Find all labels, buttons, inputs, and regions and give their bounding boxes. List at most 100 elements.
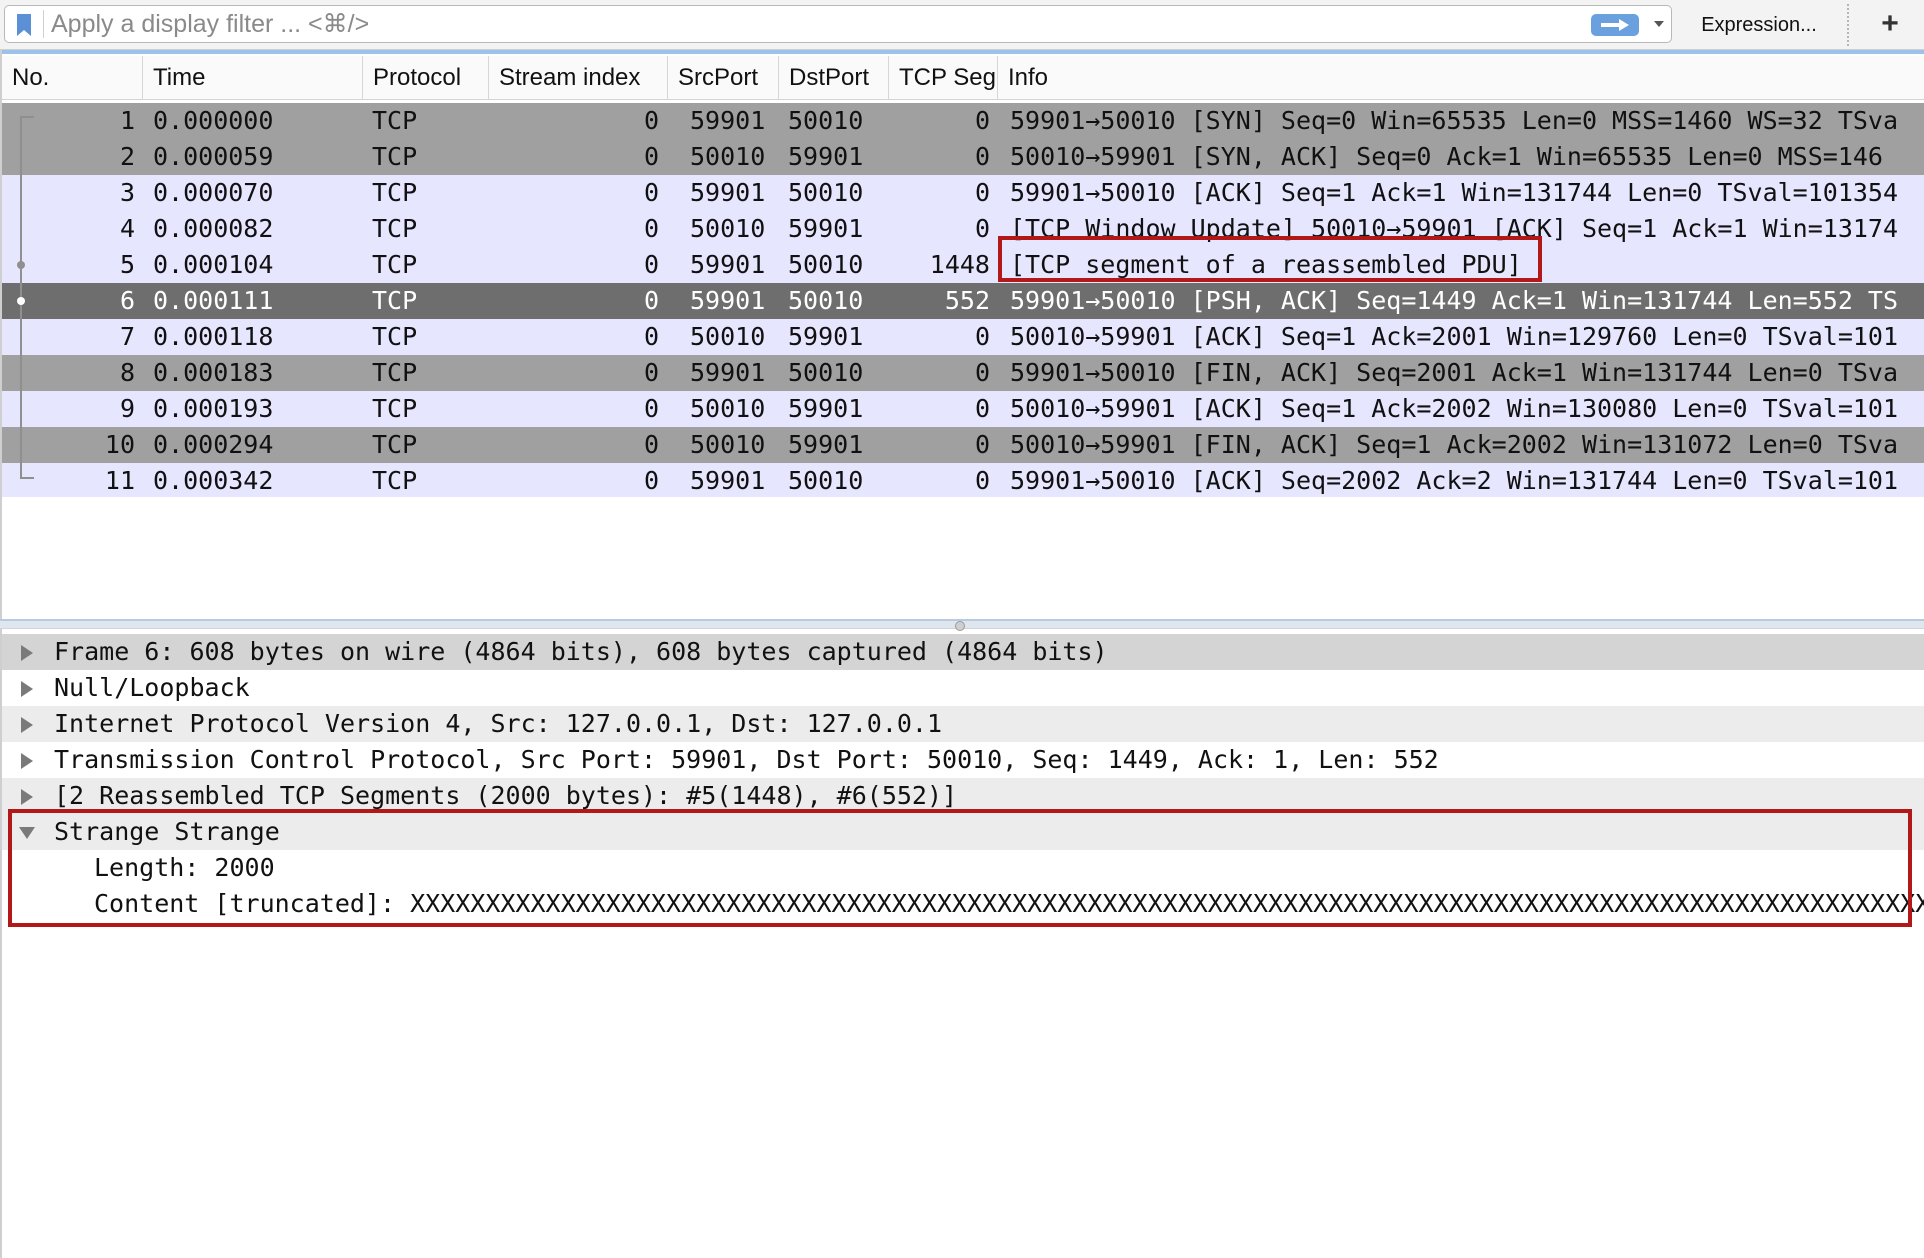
packet-protocol-cell: TCP <box>372 250 418 279</box>
packet-row[interactable]: 1 0.000000 TCP 0 59901 50010 0 59901→50010 [SYN… <box>2 103 1924 139</box>
packet-list-empty-area <box>2 497 1924 619</box>
pdu-highlight-box <box>998 236 1542 282</box>
packet-tcp-seg-cell: 0 <box>974 322 990 351</box>
packet-time-cell: 0.000070 <box>153 178 274 207</box>
packet-dstport-cell: 59901 <box>788 214 864 243</box>
packet-srcport-cell: 59901 <box>690 286 766 315</box>
triangle-right-icon[interactable] <box>18 752 36 770</box>
packet-srcport-cell: 59901 <box>690 358 766 387</box>
detail-tree-item[interactable]: Frame 6: 608 bytes on wire (4864 bits), … <box>2 634 1924 670</box>
column-header-dstport[interactable]: DstPort <box>779 56 889 100</box>
triangle-right-icon[interactable] <box>18 788 36 806</box>
add-filter-button[interactable]: + <box>1874 6 1906 42</box>
packet-dstport-cell: 59901 <box>788 322 864 351</box>
packet-dstport-cell: 59901 <box>788 394 864 423</box>
packet-dstport-cell: 50010 <box>788 178 864 207</box>
packet-info-cell: 59901→50010 [SYN] Seq=0 Win=65535 Len=0 … <box>1010 106 1899 135</box>
packet-tcp-seg-cell: 0 <box>974 466 990 495</box>
detail-tree-item[interactable]: Internet Protocol Version 4, Src: 127.0.… <box>2 706 1924 742</box>
packet-dstport-cell: 50010 <box>788 466 864 495</box>
packet-protocol-cell: TCP <box>372 142 418 171</box>
column-header-stream-index[interactable]: Stream index <box>489 56 668 100</box>
packet-time-cell: 0.000000 <box>153 106 274 135</box>
pane-splitter[interactable] <box>0 619 1924 631</box>
packet-tcp-seg-cell: 0 <box>974 394 990 423</box>
packet-time-cell: 0.000118 <box>153 322 274 351</box>
packet-stream-index-cell: 0 <box>643 394 659 423</box>
bookmark-icon[interactable] <box>14 13 34 37</box>
column-header-tcp-seg[interactable]: TCP Seg <box>889 56 998 100</box>
detail-item-label: Frame 6: 608 bytes on wire (4864 bits), … <box>54 637 1108 666</box>
packet-srcport-cell: 50010 <box>690 394 766 423</box>
packet-list-header: No. Time Protocol Stream index SrcPort D… <box>2 56 1924 100</box>
packet-row[interactable]: 8 0.000183 TCP 0 59901 50010 0 59901→50010 [FIN… <box>2 355 1924 391</box>
packet-tcp-seg-cell: 0 <box>974 430 990 459</box>
packet-info-cell: 59901→50010 [ACK] Seq=2002 Ack=2 Win=131… <box>1010 466 1899 495</box>
chevron-down-icon[interactable] <box>1651 16 1667 32</box>
packet-info-cell: 59901→50010 [PSH, ACK] Seq=1449 Ack=1 Wi… <box>1010 286 1899 315</box>
packet-protocol-cell: TCP <box>372 358 418 387</box>
packet-row[interactable]: 10 0.000294 TCP 0 50010 59901 0 50010→59901 [FI… <box>2 427 1924 463</box>
detail-tree-item[interactable]: Null/Loopback <box>2 670 1924 706</box>
splitter-handle[interactable] <box>955 621 965 631</box>
column-header-srcport[interactable]: SrcPort <box>668 56 779 100</box>
column-header-time[interactable]: Time <box>143 56 363 100</box>
detail-tree-item[interactable]: Transmission Control Protocol, Src Port:… <box>2 742 1924 778</box>
current-packet-dot <box>17 297 25 305</box>
packet-row[interactable]: 7 0.000118 TCP 0 50010 59901 0 50010→59901 [ACK… <box>2 319 1924 355</box>
packet-srcport-cell: 59901 <box>690 466 766 495</box>
packet-time-cell: 0.000294 <box>153 430 274 459</box>
packet-row[interactable]: 9 0.000193 TCP 0 50010 59901 0 50010→59901 [ACK… <box>2 391 1924 427</box>
packet-tcp-seg-cell: 0 <box>974 214 990 243</box>
packet-stream-index-cell: 0 <box>643 358 659 387</box>
toolbar-divider <box>1847 4 1849 46</box>
column-header-no[interactable]: No. <box>2 56 143 100</box>
expression-button[interactable]: Expression... <box>1678 0 1840 50</box>
packet-srcport-cell: 59901 <box>690 178 766 207</box>
packet-srcport-cell: 50010 <box>690 214 766 243</box>
packet-stream-index-cell: 0 <box>643 250 659 279</box>
packet-details-empty-area <box>2 930 1924 1258</box>
packet-row[interactable]: 2 0.000059 TCP 0 50010 59901 0 50010→59901 [SYN… <box>2 139 1924 175</box>
packet-stream-index-cell: 0 <box>643 178 659 207</box>
packet-row[interactable]: 4 0.000082 TCP 0 50010 59901 0 [TCP Window Upda… <box>2 211 1924 247</box>
column-header-protocol[interactable]: Protocol <box>363 56 489 100</box>
packet-dstport-cell: 50010 <box>788 106 864 135</box>
display-filter-box[interactable] <box>4 5 1672 43</box>
packet-dstport-cell: 50010 <box>788 286 864 315</box>
packet-protocol-cell: TCP <box>372 178 418 207</box>
packet-tcp-seg-cell: 1448 <box>929 250 990 279</box>
packet-protocol-cell: TCP <box>372 466 418 495</box>
arrow-right-icon <box>1601 19 1629 31</box>
packet-time-cell: 0.000082 <box>153 214 274 243</box>
packet-protocol-cell: TCP <box>372 430 418 459</box>
packet-protocol-cell: TCP <box>372 286 418 315</box>
packet-dstport-cell: 50010 <box>788 358 864 387</box>
packet-row[interactable]: 11 0.000342 TCP 0 59901 50010 0 59901→50010 [AC… <box>2 463 1924 499</box>
packet-stream-index-cell: 0 <box>643 322 659 351</box>
strange-highlight-box <box>8 809 1912 927</box>
apply-filter-button[interactable] <box>1591 14 1639 36</box>
packet-row[interactable]: 6 0.000111 TCP 0 59901 50010 552 59901→50010 [P… <box>2 283 1924 319</box>
display-filter-input[interactable] <box>51 10 1581 38</box>
packet-tcp-seg-cell: 0 <box>974 178 990 207</box>
packet-srcport-cell: 50010 <box>690 322 766 351</box>
triangle-right-icon[interactable] <box>18 716 36 734</box>
packet-info-cell: 50010→59901 [SYN, ACK] Seq=0 Ack=1 Win=6… <box>1010 142 1883 171</box>
packet-stream-index-cell: 0 <box>643 286 659 315</box>
triangle-right-icon[interactable] <box>18 680 36 698</box>
packet-row[interactable]: 3 0.000070 TCP 0 59901 50010 0 59901→50010 [ACK… <box>2 175 1924 211</box>
packet-row[interactable]: 5 0.000104 TCP 0 59901 50010 1448 [TCP segment … <box>2 247 1924 283</box>
packet-protocol-cell: TCP <box>372 322 418 351</box>
column-header-info[interactable]: Info <box>998 56 1924 100</box>
packet-stream-index-cell: 0 <box>643 430 659 459</box>
filter-separator <box>43 10 44 38</box>
packet-dstport-cell: 59901 <box>788 142 864 171</box>
packet-info-cell: 50010→59901 [ACK] Seq=1 Ack=2002 Win=130… <box>1010 394 1899 423</box>
triangle-right-icon[interactable] <box>18 644 36 662</box>
packet-stream-index-cell: 0 <box>643 142 659 171</box>
detail-item-label: Internet Protocol Version 4, Src: 127.0.… <box>54 709 943 738</box>
packet-time-cell: 0.000059 <box>153 142 274 171</box>
packet-info-cell: 50010→59901 [FIN, ACK] Seq=1 Ack=2002 Wi… <box>1010 430 1899 459</box>
conversation-start-tick <box>20 116 34 118</box>
